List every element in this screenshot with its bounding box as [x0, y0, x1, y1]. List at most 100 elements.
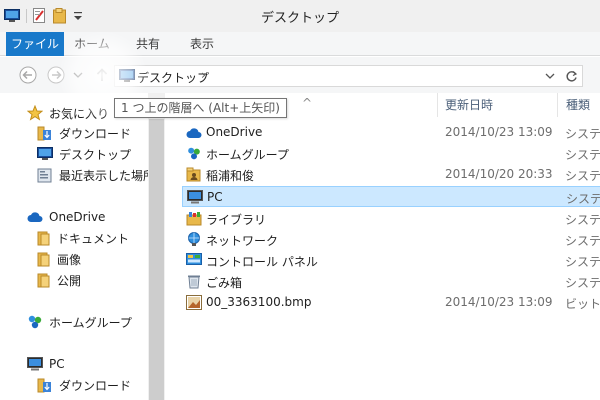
- file-name: ライブラリ: [206, 213, 267, 227]
- column-divider[interactable]: [557, 93, 558, 117]
- nav-pc[interactable]: PC: [27, 354, 65, 374]
- network-icon: [188, 232, 200, 246]
- file-row-bitmap[interactable]: 00_3363100.bmp 2014/10/23 13:09 ビットマップ: [182, 292, 600, 313]
- nav-public[interactable]: 公開: [37, 270, 81, 290]
- file-list: ^ 更新日時 種類 OneDrive 2014/10/23 13:09 システム…: [165, 93, 600, 400]
- desktop-icon: [119, 69, 135, 82]
- nav-desktop[interactable]: デスクトップ: [37, 144, 131, 164]
- file-row-homegroup[interactable]: ホームグループ システム: [182, 143, 600, 164]
- file-name: 00_3363100.bmp: [206, 295, 312, 309]
- file-date: 2014/10/20 20:33: [445, 167, 553, 181]
- navigation-pane: お気に入り ダウンロード デスクトップ 最近表示した場所 OneDrive ドキ…: [0, 93, 148, 400]
- file-name: ネットワーク: [206, 234, 279, 248]
- pc-icon: [187, 190, 203, 204]
- nav-label: ダウンロード: [59, 378, 132, 393]
- column-header-type[interactable]: 種類: [566, 96, 590, 113]
- nav-pc-downloads[interactable]: ダウンロード: [37, 375, 131, 395]
- nav-documents[interactable]: ドキュメント: [37, 228, 129, 248]
- star-icon: [27, 105, 43, 121]
- refresh-button[interactable]: [561, 65, 583, 87]
- file-name: コントロール パネル: [206, 255, 318, 269]
- nav-homegroup[interactable]: ホームグループ: [27, 312, 132, 332]
- ribbon-tabs: ファイル ホーム 共有 表示: [0, 32, 600, 56]
- nav-label: OneDrive: [49, 210, 106, 224]
- file-row-user-folder[interactable]: 稲浦和俊 2014/10/20 20:33 システム: [182, 164, 600, 185]
- file-name: ごみ箱: [206, 276, 243, 290]
- control-panel-icon: [186, 253, 202, 265]
- file-type: システム: [565, 127, 600, 141]
- folder-icon: [37, 273, 50, 287]
- homegroup-icon: [28, 315, 42, 329]
- user-folder-icon: [186, 167, 201, 182]
- recent-locations-chevron-icon[interactable]: [73, 66, 83, 84]
- nav-recent-places[interactable]: 最近表示した場所: [37, 165, 148, 185]
- title-bar: デスクトップ: [0, 0, 600, 32]
- file-type: ビットマップ: [565, 297, 600, 311]
- navigation-pane-scrollbar[interactable]: [148, 93, 165, 400]
- file-row-libraries[interactable]: ライブラリ システム: [182, 208, 600, 229]
- file-row-pc[interactable]: PC システム: [182, 186, 600, 207]
- file-type: システム: [565, 255, 600, 269]
- nav-label: お気に入り: [49, 106, 110, 121]
- file-row-network[interactable]: ネットワーク システム: [182, 229, 600, 250]
- file-type: システム: [565, 148, 600, 162]
- nav-label: 公開: [57, 273, 82, 288]
- tab-home[interactable]: ホーム: [70, 32, 114, 56]
- desktop-icon: [37, 147, 53, 160]
- nav-label: ダウンロード: [59, 126, 132, 141]
- address-bar[interactable]: デスクトップ ›: [114, 65, 562, 87]
- forward-button[interactable]: [47, 66, 65, 84]
- download-folder-icon: [37, 378, 51, 392]
- navigation-bar: デスクトップ ›: [0, 57, 600, 93]
- folder-icon: [37, 252, 50, 266]
- tab-view[interactable]: 表示: [182, 32, 222, 56]
- file-name: ホームグループ: [206, 148, 289, 162]
- nav-label: ホームグループ: [49, 315, 132, 330]
- file-name: 稲浦和俊: [206, 169, 255, 183]
- up-one-level-button[interactable]: [94, 66, 110, 84]
- refresh-icon: [566, 71, 578, 82]
- nav-label: PC: [49, 357, 65, 371]
- file-type: システム: [566, 192, 600, 206]
- nav-pictures[interactable]: 画像: [37, 249, 81, 269]
- file-type: システム: [565, 169, 600, 183]
- homegroup-icon: [188, 147, 200, 160]
- scrollbar-thumb[interactable]: [149, 119, 164, 400]
- library-icon: [186, 212, 202, 226]
- back-button[interactable]: [19, 66, 37, 84]
- column-header-modified[interactable]: 更新日時: [445, 96, 493, 113]
- up-button-tooltip: 1 つ上の階層へ (Alt+上矢印): [114, 98, 287, 118]
- column-divider[interactable]: [437, 93, 438, 117]
- tab-share[interactable]: 共有: [128, 32, 168, 56]
- pc-icon: [27, 356, 43, 370]
- file-date: 2014/10/23 13:09: [445, 295, 553, 309]
- bitmap-icon: [186, 295, 202, 310]
- recycle-bin-icon: [188, 275, 200, 289]
- cloud-icon: [27, 212, 43, 222]
- file-type: システム: [565, 213, 600, 227]
- file-name: PC: [207, 190, 223, 204]
- nav-downloads[interactable]: ダウンロード: [37, 123, 131, 143]
- cloud-icon: [186, 128, 202, 138]
- column-header-name-sort-indicator[interactable]: ^: [302, 96, 312, 110]
- window-title: デスクトップ: [260, 11, 339, 26]
- nav-label: 画像: [57, 252, 82, 267]
- address-history-chevron-icon[interactable]: [545, 72, 555, 80]
- file-date: 2014/10/23 13:09: [445, 125, 553, 139]
- nav-label: ドキュメント: [57, 231, 130, 246]
- file-row-control-panel[interactable]: コントロール パネル システム: [182, 250, 600, 271]
- nav-label: 最近表示した場所: [59, 168, 148, 183]
- breadcrumb-desktop[interactable]: デスクトップ: [137, 69, 209, 86]
- file-name: OneDrive: [206, 125, 263, 139]
- file-type: システム: [565, 234, 600, 248]
- nav-favorites[interactable]: お気に入り: [27, 103, 109, 123]
- nav-label: デスクトップ: [59, 147, 132, 162]
- recent-places-icon: [37, 168, 52, 182]
- tab-file[interactable]: ファイル: [6, 32, 64, 56]
- file-row-onedrive[interactable]: OneDrive 2014/10/23 13:09 システム: [182, 122, 600, 143]
- breadcrumb-chevron[interactable]: ›: [201, 68, 206, 82]
- nav-onedrive[interactable]: OneDrive: [27, 207, 105, 227]
- file-row-recycle-bin[interactable]: ごみ箱 システム: [182, 271, 600, 292]
- download-folder-icon: [37, 126, 51, 140]
- folder-icon: [37, 231, 50, 245]
